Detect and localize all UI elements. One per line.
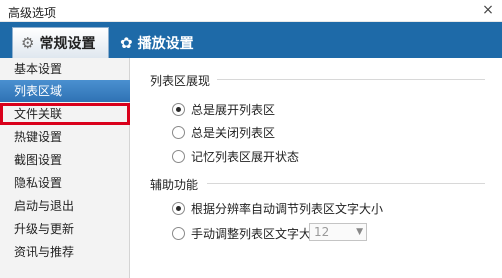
- radio-button[interactable]: [172, 150, 185, 163]
- sidebar-item-privacy[interactable]: 隐私设置: [0, 172, 130, 194]
- radio-label: 总是关闭列表区: [191, 126, 276, 140]
- radio-button-checked[interactable]: [172, 202, 185, 215]
- sidebar-item-news[interactable]: 资讯与推荐: [0, 241, 130, 263]
- sidebar-item-startup-exit[interactable]: 启动与退出: [0, 195, 130, 217]
- radio-always-expand[interactable]: 总是展开列表区: [172, 101, 275, 118]
- section-divider: [217, 79, 485, 80]
- settings-panel: 列表区展现 总是展开列表区 总是关闭列表区 记忆列表区展开状态 辅助功能 根据分…: [131, 58, 502, 278]
- sidebar-item-hotkeys[interactable]: 热键设置: [0, 126, 130, 148]
- sidebar-item-updates[interactable]: 升级与更新: [0, 218, 130, 240]
- tab-general-settings[interactable]: ⚙ 常规设置: [12, 27, 109, 58]
- section-heading-list-display: 列表区展现: [150, 74, 211, 88]
- font-size-value: 12: [314, 225, 330, 239]
- radio-button-checked[interactable]: [172, 103, 185, 116]
- film-reel-icon: ✿: [120, 33, 133, 52]
- radio-always-collapse[interactable]: 总是关闭列表区: [172, 124, 275, 141]
- radio-label: 总是展开列表区: [191, 103, 276, 117]
- radio-manual-font-size[interactable]: 手动调整列表区文字大小: [172, 225, 323, 242]
- radio-label: 根据分辨率自动调节列表区文字大小: [191, 202, 384, 216]
- section-divider: [207, 183, 485, 184]
- radio-remember-state[interactable]: 记忆列表区展开状态: [172, 148, 299, 165]
- radio-label: 记忆列表区展开状态: [191, 150, 300, 164]
- chevron-down-icon: ▼: [356, 227, 363, 237]
- gear-icon: ⚙: [21, 34, 35, 52]
- tab-label: 常规设置: [39, 36, 96, 52]
- tab-bar: ⚙ 常规设置 ✿ 播放设置: [0, 22, 502, 58]
- tab-playback-settings[interactable]: ✿ 播放设置: [112, 27, 204, 58]
- title-bar: 高级选项 ×: [0, 0, 502, 22]
- section-heading-assist: 辅助功能: [150, 178, 199, 192]
- tab-label: 播放设置: [137, 35, 194, 52]
- radio-label: 手动调整列表区文字大小: [191, 227, 324, 241]
- window-title: 高级选项: [8, 6, 57, 20]
- sidebar-item-basic[interactable]: 基本设置: [0, 58, 130, 80]
- sidebar-item-screenshot[interactable]: 截图设置: [0, 149, 130, 171]
- radio-button[interactable]: [172, 126, 185, 139]
- font-size-select[interactable]: 12 ▼: [309, 223, 367, 241]
- close-button[interactable]: ×: [480, 2, 496, 18]
- sidebar-item-list-area[interactable]: 列表区域: [0, 80, 130, 102]
- sidebar: 基本设置 列表区域 文件关联 热键设置 截图设置 隐私设置 启动与退出 升级与更…: [0, 58, 130, 278]
- radio-button[interactable]: [172, 227, 185, 240]
- sidebar-item-file-association[interactable]: 文件关联: [0, 103, 130, 125]
- radio-auto-font-size[interactable]: 根据分辨率自动调节列表区文字大小: [172, 200, 383, 217]
